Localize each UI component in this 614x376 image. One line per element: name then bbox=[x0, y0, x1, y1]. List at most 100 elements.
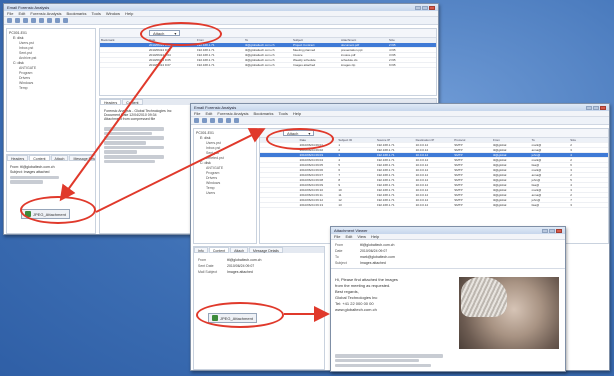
tab[interactable]: Message Details bbox=[69, 155, 95, 161]
table-cell: Images attached bbox=[292, 62, 340, 68]
tab-content[interactable]: Content bbox=[122, 99, 143, 105]
back-icon[interactable] bbox=[7, 18, 12, 23]
open-icon[interactable] bbox=[23, 18, 28, 23]
info-fields: From ttl@globaltech.com.ch Sent Date 2010/0… bbox=[194, 253, 324, 279]
filter-icon[interactable] bbox=[234, 118, 239, 123]
table-cell: images.zip bbox=[340, 62, 388, 68]
email-body-filler bbox=[335, 353, 455, 368]
detail-tabs: HeadersContentAttachMessage Details bbox=[7, 155, 95, 161]
details-text: From: ttl@globaltech.com.ch Subject: Ima… bbox=[7, 161, 95, 188]
menu-item[interactable]: Edit bbox=[205, 111, 212, 116]
table-cell: 2010/06/24 9:07 bbox=[148, 62, 196, 68]
menu-item[interactable]: Window bbox=[106, 11, 120, 16]
tab[interactable]: Info bbox=[194, 247, 208, 253]
forward-icon[interactable] bbox=[15, 18, 20, 23]
field-value: ttl@globaltech.com.ch bbox=[360, 243, 395, 247]
tab[interactable]: Content bbox=[29, 155, 50, 161]
table-cell: 10.0.0.12 bbox=[414, 202, 454, 208]
email-body: Hi, Please find attached the images from … bbox=[335, 277, 459, 313]
field-label: Sent Date bbox=[198, 264, 214, 268]
tab[interactable]: Headers bbox=[7, 155, 29, 161]
tree-pane: PC001.E01 E: disk Users.pst Inbox.pst Sent.p… bbox=[193, 128, 257, 244]
maximize-button[interactable] bbox=[593, 105, 599, 110]
menu-item[interactable]: Tools bbox=[92, 11, 101, 16]
menu-item[interactable]: Help bbox=[125, 11, 133, 16]
tab[interactable]: Message Details bbox=[249, 247, 283, 253]
table-cell: 192.168.1.71 bbox=[375, 202, 415, 208]
menu-item[interactable]: View bbox=[357, 234, 366, 239]
field-value: Images attached bbox=[227, 270, 253, 274]
save-icon[interactable] bbox=[31, 18, 36, 23]
field-label: From bbox=[335, 243, 344, 247]
tab[interactable]: Content bbox=[208, 247, 230, 253]
email-header-fields: From ttl@globaltech.com.ch Date 2010/06/24 … bbox=[331, 240, 565, 269]
photo-hair bbox=[461, 277, 507, 317]
save-icon[interactable] bbox=[218, 118, 223, 123]
titlebar: Email Forensic Analysis bbox=[191, 104, 609, 111]
menu-item[interactable]: Forensic Analysis bbox=[30, 11, 61, 16]
maximize-button[interactable] bbox=[422, 5, 428, 10]
menu-item[interactable]: Bookmarks bbox=[66, 11, 86, 16]
search-icon[interactable] bbox=[39, 18, 44, 23]
back-icon[interactable] bbox=[194, 118, 199, 123]
field-row: Mail Subject Images attached bbox=[198, 269, 320, 275]
table-cell bbox=[100, 62, 148, 68]
window-controls bbox=[586, 105, 606, 110]
table-row[interactable]: 2010/06/24 09:13 13 192.168.1.71 10.0.0.12 S… bbox=[260, 202, 608, 208]
details-line: From: ttl@globaltech.com.ch bbox=[10, 165, 55, 170]
minimize-button[interactable] bbox=[415, 5, 421, 10]
table-cell: 2010/06/24 09:13 bbox=[298, 202, 338, 208]
field-label: Subject bbox=[335, 261, 347, 265]
search-icon[interactable] bbox=[226, 118, 231, 123]
maximize-button[interactable] bbox=[549, 228, 555, 233]
highlight-attach-back bbox=[20, 196, 96, 224]
tab[interactable]: Attach bbox=[230, 247, 249, 253]
menu-item[interactable]: File bbox=[194, 111, 200, 116]
window-controls bbox=[415, 5, 435, 10]
tree-node[interactable]: Temp bbox=[9, 86, 93, 91]
field-row: Subject Images attached bbox=[335, 260, 561, 266]
field-label: To bbox=[335, 255, 339, 259]
details-line: Subject: Images attached bbox=[10, 170, 50, 175]
menu-item[interactable]: Bookmarks bbox=[253, 111, 273, 116]
window-controls bbox=[542, 228, 562, 233]
minimize-button[interactable] bbox=[542, 228, 548, 233]
table-cell: 192.168.1.71 bbox=[196, 62, 244, 68]
attached-photo bbox=[459, 277, 559, 349]
menu-item[interactable]: Tools bbox=[279, 111, 288, 116]
menu-item[interactable]: Edit bbox=[18, 11, 25, 16]
menu-item[interactable]: File bbox=[334, 234, 340, 239]
minimize-button[interactable] bbox=[586, 105, 592, 110]
settings-icon[interactable] bbox=[63, 18, 68, 23]
close-button[interactable] bbox=[600, 105, 606, 110]
field-label: Date bbox=[335, 249, 343, 253]
tab[interactable]: Attach bbox=[50, 155, 69, 161]
attachment-viewer-window: Attachment Viewer File Edit View Help From t… bbox=[330, 226, 566, 372]
tab-preview[interactable]: Headers bbox=[100, 99, 122, 105]
evidence-tree: PC001.E01 E: disk Users.pst Inbox.pst Sent.p… bbox=[194, 129, 256, 198]
forward-icon[interactable] bbox=[202, 118, 207, 123]
field-label: Mail Subject bbox=[198, 270, 218, 274]
menu-item[interactable]: File bbox=[7, 11, 13, 16]
table-cell: ttl@globaltech.com.ch bbox=[244, 62, 292, 68]
field-value: 2010/06/24 09:07 bbox=[227, 264, 255, 268]
menu-item[interactable]: Edit bbox=[345, 234, 352, 239]
field-label: From bbox=[198, 258, 207, 262]
menu-item[interactable]: Help bbox=[371, 234, 379, 239]
tree-node[interactable]: Users bbox=[196, 191, 254, 196]
tree-pane: PC001.E01 E: disk Users.pst Inbox.pst Sent.p… bbox=[6, 28, 96, 152]
report-icon[interactable] bbox=[55, 18, 60, 23]
open-icon[interactable] bbox=[210, 118, 215, 123]
menu-item[interactable]: Forensic Analysis bbox=[217, 111, 248, 116]
field-value: 2010/06/24 09:07 bbox=[360, 249, 388, 253]
close-button[interactable] bbox=[429, 5, 435, 10]
menu-item[interactable]: Help bbox=[293, 111, 301, 116]
titlebar: Email Forensic Analysis bbox=[4, 4, 438, 11]
field-value: Images attached bbox=[360, 261, 386, 265]
table-row[interactable]: 2010/06/24 9:07 192.168.1.71 ttl@globaltec… bbox=[100, 62, 436, 68]
table-cell: 9 KB bbox=[388, 62, 436, 68]
toolbar bbox=[4, 17, 438, 25]
table-cell: 3 bbox=[569, 202, 608, 208]
close-button[interactable] bbox=[556, 228, 562, 233]
filter-icon[interactable] bbox=[47, 18, 52, 23]
